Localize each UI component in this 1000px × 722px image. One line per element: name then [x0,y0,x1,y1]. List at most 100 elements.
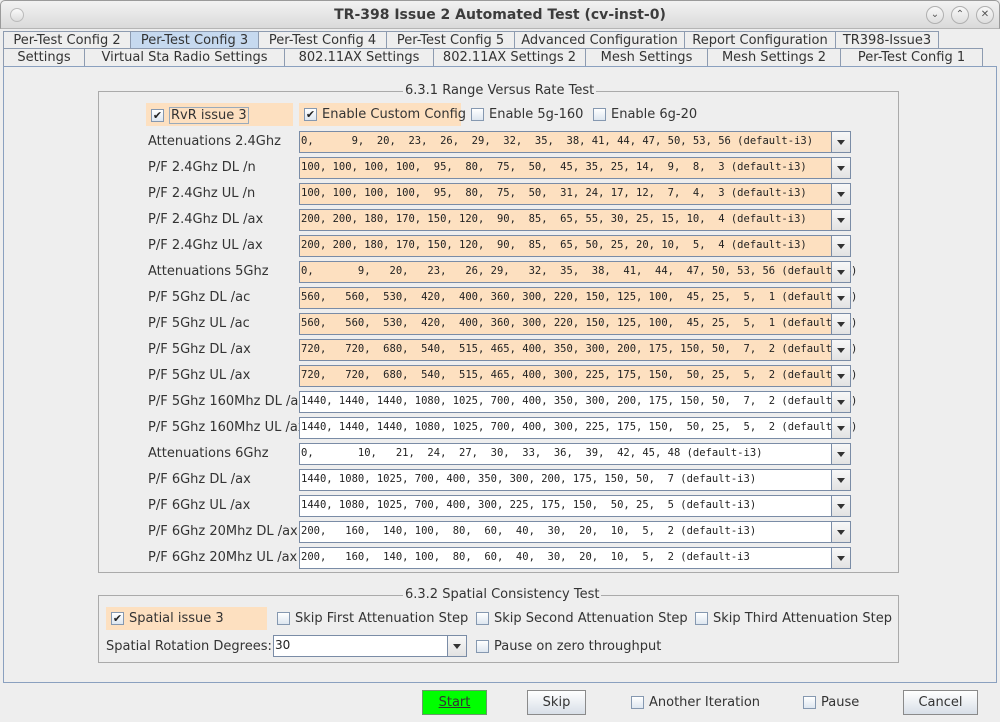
skip-first-attenuation-checkbox[interactable]: Skip First Attenuation Step [277,611,468,626]
chevron-down-icon[interactable] [831,392,850,412]
checkbox-icon [593,108,606,121]
rvr-row-value: 200, 200, 180, 170, 150, 120, 90, 85, 65… [301,239,807,251]
rvr-row-label: P/F 6Ghz DL /ax [148,472,251,487]
chevron-down-icon[interactable] [831,236,850,256]
rvr-row-select[interactable]: 1440, 1440, 1440, 1080, 1025, 700, 400, … [299,417,857,439]
rvr-row-value: 0, 9, 20, 23, 26, 29, 32, 35, 38, 41, 44… [301,265,858,277]
rvr-row-label: P/F 6Ghz 20Mhz UL /ax [148,550,298,565]
chevron-down-icon[interactable] [831,132,850,152]
rvr-row-label: P/F 6Ghz UL /ax [148,498,251,513]
enable-6g-20-checkbox[interactable]: Enable 6g-20 [593,107,697,122]
checkbox-icon [695,612,708,625]
rvr-row-select[interactable]: 200, 160, 140, 100, 80, 60, 40, 30, 20, … [299,547,851,569]
chevron-down-icon[interactable] [831,366,850,386]
rvr-row-value: 100, 100, 100, 100, 95, 80, 75, 50, 45, … [301,161,807,173]
rvr-row-select[interactable]: 1440, 1080, 1025, 700, 400, 300, 225, 17… [299,495,851,517]
tab-advanced-configuration[interactable]: Advanced Configuration [514,31,685,49]
rvr-row-label: P/F 5Ghz UL /ax [148,368,251,383]
rvr-row-label: P/F 5Ghz DL /ax [148,342,251,357]
pause-zero-throughput-checkbox[interactable]: Pause on zero throughput [476,639,661,654]
chevron-down-icon[interactable] [831,418,850,438]
rvr-row-select[interactable]: 560, 560, 530, 420, 400, 360, 300, 220, … [299,287,857,309]
window-title: TR-398 Issue 2 Automated Test (cv-inst-0… [334,7,666,23]
skip-third-attenuation-checkbox[interactable]: Skip Third Attenuation Step [695,611,892,626]
rvr-row-select[interactable]: 0, 9, 20, 23, 26, 29, 32, 35, 38, 41, 44… [299,261,857,283]
pause-checkbox[interactable]: Pause [803,695,859,710]
chevron-down-icon[interactable] [831,496,850,516]
rvr-row-select[interactable]: 720, 720, 680, 540, 515, 465, 400, 300, … [299,365,857,387]
chevron-down-icon[interactable] [831,288,850,308]
cancel-button[interactable]: Cancel [903,690,978,715]
chevron-down-icon[interactable] [447,636,466,656]
tab-802-11ax-settings[interactable]: 802.11AX Settings [284,48,434,66]
tab-tr398-issue3[interactable]: TR398-Issue3 [835,31,939,49]
checkbox-icon [631,696,644,709]
checkbox-icon: ✔ [151,109,164,122]
chevron-down-icon[interactable] [831,340,850,360]
tab-row-2: Settings Virtual Sta Radio Settings 802.… [3,48,983,66]
rvr-row-select[interactable]: 720, 720, 680, 540, 515, 465, 400, 350, … [299,339,857,361]
tab-per-test-config-5[interactable]: Per-Test Config 5 [386,31,515,49]
rvr-row-select[interactable]: 0, 9, 20, 23, 26, 29, 32, 35, 38, 41, 44… [299,131,851,153]
rvr-row-value: 720, 720, 680, 540, 515, 465, 400, 300, … [301,369,858,381]
rvr-row-value: 560, 560, 530, 420, 400, 360, 300, 220, … [301,317,858,329]
rvr-row-select[interactable]: 200, 160, 140, 100, 80, 60, 40, 30, 20, … [299,521,851,543]
tab-802-11ax-settings-2[interactable]: 802.11AX Settings 2 [433,48,586,66]
rvr-issue-3-checkbox[interactable]: ✔ RvR issue 3 [151,107,249,124]
rvr-row-select[interactable]: 1440, 1440, 1440, 1080, 1025, 700, 400, … [299,391,857,413]
tab-virtual-sta-radio-settings[interactable]: Virtual Sta Radio Settings [84,48,285,66]
checkbox-icon [803,696,816,709]
chevron-down-icon[interactable] [831,522,850,542]
chevron-down-icon[interactable] [831,548,850,568]
rvr-row-select[interactable]: 100, 100, 100, 100, 95, 80, 75, 50, 45, … [299,157,851,179]
chevron-down-icon[interactable] [831,210,850,230]
close-icon[interactable]: ✕ [976,6,994,24]
checkbox-icon: ✔ [111,612,124,625]
rvr-row-value: 200, 160, 140, 100, 80, 60, 40, 30, 20, … [301,525,757,537]
checkbox-icon [476,612,489,625]
rvr-row-value: 200, 160, 140, 100, 80, 60, 40, 30, 20, … [301,551,750,563]
tab-mesh-settings-2[interactable]: Mesh Settings 2 [707,48,841,66]
tab-per-test-config-3[interactable]: Per-Test Config 3 [130,31,259,49]
rvr-row-label: Attenuations 5Ghz [148,264,269,279]
tab-per-test-config-1[interactable]: Per-Test Config 1 [840,48,983,66]
chevron-down-icon[interactable] [831,444,850,464]
maximize-icon[interactable]: ⌃ [951,6,969,24]
rvr-row-select[interactable]: 0, 10, 21, 24, 27, 30, 33, 36, 39, 42, 4… [299,443,851,465]
another-iteration-checkbox[interactable]: Another Iteration [631,695,760,710]
tab-mesh-settings[interactable]: Mesh Settings [585,48,708,66]
rvr-row-label: P/F 5Ghz DL /ac [148,290,251,305]
tab-per-test-config-4[interactable]: Per-Test Config 4 [258,31,387,49]
skip-button[interactable]: Skip [527,690,586,715]
rvr-row-label: P/F 2.4Ghz UL /n [148,186,256,201]
enable-5g-160-checkbox[interactable]: Enable 5g-160 [471,107,583,122]
tab-per-test-config-2[interactable]: Per-Test Config 2 [3,31,131,49]
tab-report-configuration[interactable]: Report Configuration [684,31,836,49]
skip-second-attenuation-checkbox[interactable]: Skip Second Attenuation Step [476,611,688,626]
rvr-row-label: P/F 5Ghz 160Mhz DL /ax [148,394,307,409]
spatial-issue-3-checkbox[interactable]: ✔ Spatial issue 3 [111,611,224,626]
rvr-row-label: P/F 6Ghz 20Mhz DL /ax [148,524,298,539]
checkbox-icon [471,108,484,121]
start-button[interactable]: Start [422,690,487,715]
enable-custom-config-checkbox[interactable]: ✔ Enable Custom Config [304,107,466,122]
rvr-row-select[interactable]: 100, 100, 100, 100, 95, 80, 75, 50, 31, … [299,183,851,205]
rvr-row-select[interactable]: 200, 200, 180, 170, 150, 120, 90, 85, 65… [299,235,851,257]
rotation-degrees-select[interactable]: 30 [273,635,467,657]
minimize-icon[interactable]: ⌄ [926,6,944,24]
rvr-row-select[interactable]: 200, 200, 180, 170, 150, 120, 90, 85, 65… [299,209,851,231]
rvr-row-value: 1440, 1440, 1440, 1080, 1025, 700, 400, … [301,395,858,407]
rvr-row-label: P/F 5Ghz UL /ac [148,316,250,331]
tab-settings[interactable]: Settings [3,48,85,66]
rvr-row-value: 0, 10, 21, 24, 27, 30, 33, 36, 39, 42, 4… [301,447,763,459]
rvr-row-select[interactable]: 1440, 1080, 1025, 700, 400, 350, 300, 20… [299,469,851,491]
chevron-down-icon[interactable] [831,184,850,204]
chevron-down-icon[interactable] [831,470,850,490]
chevron-down-icon[interactable] [831,158,850,178]
rvr-row-select[interactable]: 560, 560, 530, 420, 400, 360, 300, 220, … [299,313,857,335]
chevron-down-icon[interactable] [831,314,850,334]
rvr-row-label: Attenuations 6Ghz [148,446,269,461]
chevron-down-icon[interactable] [831,262,850,282]
title-bar: TR-398 Issue 2 Automated Test (cv-inst-0… [0,0,1000,29]
rvr-group-title: 6.3.1 Range Versus Rate Test [403,83,597,98]
